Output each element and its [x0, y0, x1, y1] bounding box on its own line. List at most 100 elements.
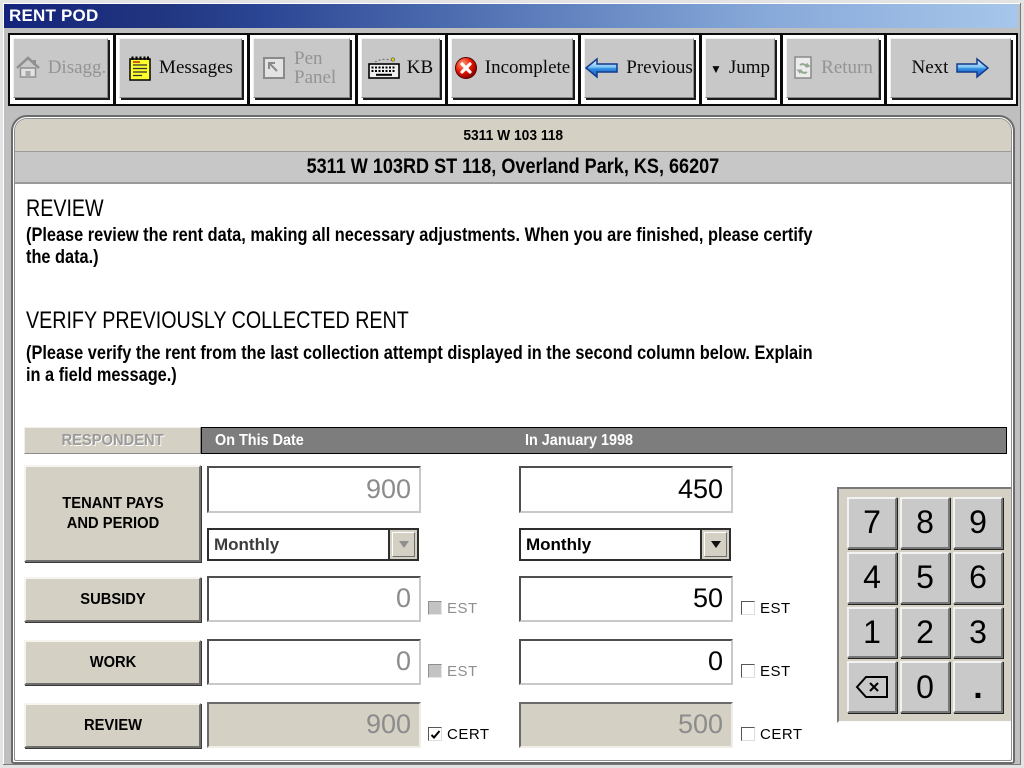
key-decimal-button[interactable]: . [953, 661, 1003, 713]
arrow-right-icon [955, 57, 990, 79]
case-id: 5311 W 103 118 [463, 126, 563, 144]
col-header-in-january-1998: In January 1998 [525, 431, 634, 449]
key-7-button[interactable]: 7 [847, 497, 897, 549]
review-january-field: 500 [519, 702, 733, 748]
pen-panel-button: Pen Panel [253, 38, 350, 98]
period-january-value: Monthly [526, 534, 592, 554]
main-panel: 5311 W 103 118 5311 W 103RD ST 118, Over… [11, 115, 1015, 764]
work-january-field[interactable]: 0 [519, 639, 733, 685]
subsidy-this-date-value: 0 [395, 582, 411, 613]
address-header: 5311 W 103RD ST 118, Overland Park, KS, … [15, 152, 1011, 184]
tenant-pays-this-date-value: 900 [365, 473, 411, 504]
dropdown-arrow-disabled [388, 530, 417, 559]
tenant-pays-this-date-field: 900 [207, 466, 421, 513]
chevron-down-icon [710, 541, 721, 548]
review-this-date-field: 900 [207, 702, 421, 748]
jump-label: Jump [728, 57, 771, 78]
key-9-button[interactable]: 9 [953, 497, 1003, 549]
caret-down-icon: ▼ [709, 62, 722, 76]
row-label-review: REVIEW [24, 703, 201, 748]
messages-label: Messages [159, 57, 233, 78]
subsidy-label: SUBSIDY [79, 590, 146, 608]
key-6-button[interactable]: 6 [953, 551, 1003, 604]
row-label-subsidy: SUBSIDY [24, 577, 201, 622]
work-january-est-checkbox[interactable] [741, 664, 755, 678]
jump-button[interactable]: ▼ Jump [705, 38, 775, 98]
work-this-date-field: 0 [207, 639, 421, 685]
work-this-date-value: 0 [395, 645, 411, 676]
tenant-pays-january-value: 450 [677, 473, 723, 504]
work-this-date-est-label: EST [447, 663, 478, 680]
case-header: 5311 W 103 118 [15, 119, 1011, 152]
respondent-label: RESPONDENT [61, 431, 164, 449]
grid-column-headers: On This Date In January 1998 [201, 427, 1007, 454]
key-4-button[interactable]: 4 [847, 551, 897, 604]
row-label-tenant-pays-and-period: TENANT PAYS AND PERIOD [24, 465, 201, 562]
review-instructions-line2: the data.) [26, 247, 99, 268]
kb-label: KB [406, 57, 434, 78]
key-8-button[interactable]: 8 [900, 497, 950, 549]
key-2-button[interactable]: 2 [900, 606, 950, 659]
previous-button[interactable]: Previous [584, 38, 694, 98]
grid-corner-respondent: RESPONDENT [24, 427, 201, 454]
red-x-circle-icon [454, 56, 478, 80]
tenant-pays-january-field[interactable]: 450 [519, 466, 733, 513]
work-january-est-label: EST [760, 663, 791, 680]
row-label-work: WORK [24, 640, 201, 685]
review-this-date-cert-checkbox[interactable] [428, 727, 442, 741]
chevron-down-icon [398, 541, 409, 548]
backspace-icon [855, 676, 888, 699]
key-0-button[interactable]: 0 [900, 661, 950, 713]
subsidy-january-field[interactable]: 50 [519, 576, 733, 622]
review-january-cert-checkbox[interactable] [741, 727, 755, 741]
next-label: Next [911, 57, 949, 78]
disagg-button: Disagg. [13, 38, 108, 98]
previous-label: Previous [626, 57, 693, 78]
verify-instructions-line2: in a field message.) [26, 365, 177, 386]
notepad-icon [128, 54, 152, 82]
key-1-button[interactable]: 1 [847, 606, 897, 659]
messages-button[interactable]: Messages [119, 38, 242, 98]
period-this-date-value: Monthly [214, 534, 280, 554]
subsidy-january-est-label: EST [760, 600, 791, 617]
return-label: Return [821, 57, 873, 78]
verify-section-title: VERIFY PREVIOUSLY COLLECTED RENT [26, 307, 409, 334]
home-icon [15, 56, 41, 80]
subsidy-this-date-field: 0 [207, 576, 421, 622]
period-january-select[interactable]: Monthly [519, 528, 731, 561]
title-bar: RENT POD [4, 4, 1018, 28]
work-january-value: 0 [707, 645, 723, 676]
incomplete-label: Incomplete [484, 57, 571, 78]
disagg-label: Disagg. [47, 57, 107, 78]
key-3-button[interactable]: 3 [953, 606, 1003, 659]
checkmark-icon [430, 729, 440, 739]
review-january-cert-label: CERT [760, 726, 803, 743]
incomplete-button[interactable]: Incomplete [451, 38, 573, 98]
app-window: RENT POD Disagg. Messages Pen Panel KB I… [0, 0, 1024, 768]
numeric-keypad: 7 8 9 4 5 6 1 2 3 0 . [837, 487, 1011, 723]
kb-button[interactable]: KB [361, 38, 440, 98]
review-january-value: 500 [677, 708, 723, 739]
subsidy-this-date-est-label: EST [447, 600, 478, 617]
arrow-left-icon [585, 57, 619, 79]
next-button[interactable]: Next [890, 38, 1011, 98]
review-instructions-line1: (Please review the rent data, making all… [26, 225, 813, 246]
key-backspace-button[interactable] [847, 661, 897, 713]
return-button: Return [786, 38, 879, 98]
verify-instructions-line1: (Please verify the rent from the last co… [26, 343, 813, 364]
review-this-date-cert-label: CERT [447, 726, 490, 743]
work-label: WORK [89, 653, 136, 671]
review-section-title: REVIEW [26, 195, 104, 222]
tenant-pays-label: TENANT PAYS AND PERIOD [61, 495, 164, 532]
subsidy-this-date-est-checkbox [428, 601, 442, 615]
key-5-button[interactable]: 5 [900, 551, 950, 604]
subsidy-january-value: 50 [692, 582, 723, 613]
dropdown-arrow-button[interactable] [700, 530, 729, 559]
toolbar: Disagg. Messages Pen Panel KB Incomplete… [8, 33, 1018, 106]
subsidy-january-est-checkbox[interactable] [741, 601, 755, 615]
review-row-label: REVIEW [83, 716, 142, 734]
main-panel-inner: 5311 W 103 118 5311 W 103RD ST 118, Over… [14, 118, 1012, 761]
review-this-date-value: 900 [365, 708, 411, 739]
pen-panel-label: Pen Panel [294, 47, 337, 88]
return-doc-icon [792, 55, 814, 81]
